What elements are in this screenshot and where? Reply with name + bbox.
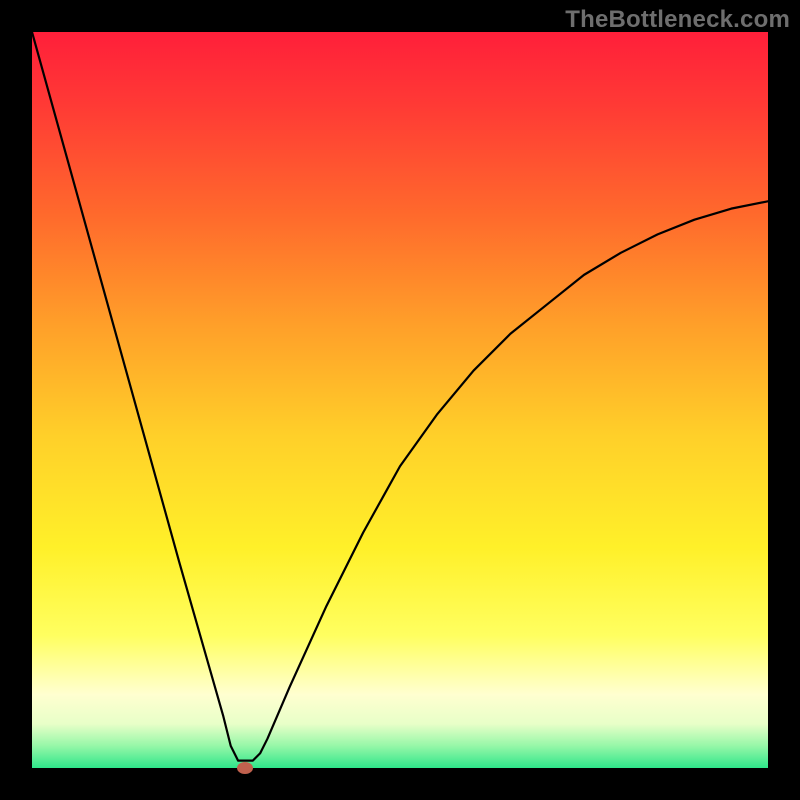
watermark-text: TheBottleneck.com [565, 6, 790, 34]
minimum-marker [237, 762, 253, 774]
bottleneck-curve [32, 32, 768, 768]
curve-path [32, 32, 768, 761]
plot-area [32, 32, 768, 768]
chart-frame: TheBottleneck.com [0, 0, 800, 800]
